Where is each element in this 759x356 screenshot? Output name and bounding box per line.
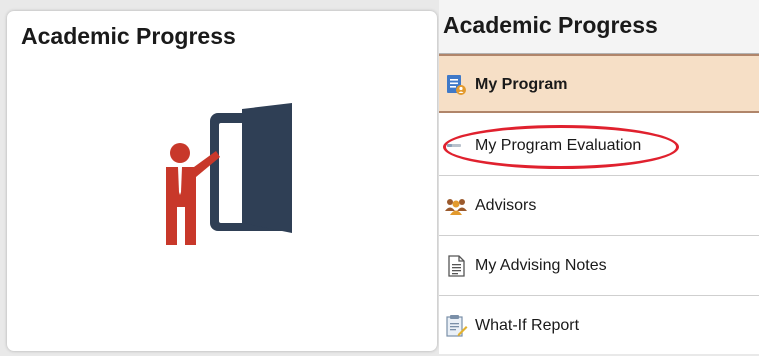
academic-progress-panel: Academic Progress My Program My Program … — [439, 0, 759, 354]
presenter-door-icon — [166, 103, 292, 245]
people-icon — [445, 199, 467, 215]
nav-label-my-program-evaluation: My Program Evaluation — [475, 137, 642, 154]
nav-item-my-program[interactable]: My Program — [439, 54, 759, 113]
panel-title: Academic Progress — [443, 12, 658, 38]
nav-item-my-advising-notes[interactable]: My Advising Notes — [439, 237, 759, 296]
nav-item-my-program-evaluation[interactable]: My Program Evaluation — [439, 117, 759, 176]
academic-progress-tile[interactable]: Academic Progress — [7, 11, 437, 351]
report-icon — [446, 315, 468, 337]
evaluation-icon — [447, 144, 461, 147]
nav-item-what-if-report[interactable]: What-If Report — [439, 297, 759, 356]
nav-item-advisors[interactable]: Advisors — [439, 177, 759, 236]
tile-title: Academic Progress — [21, 23, 236, 49]
nav-label-my-advising-notes: My Advising Notes — [475, 257, 607, 274]
notes-icon — [448, 255, 465, 277]
program-document-icon — [447, 75, 466, 95]
nav-label-what-if-report: What-If Report — [475, 317, 580, 334]
panel-header: Academic Progress — [439, 0, 759, 55]
nav-label-advisors: Advisors — [475, 197, 537, 214]
nav-label-my-program: My Program — [475, 76, 568, 93]
